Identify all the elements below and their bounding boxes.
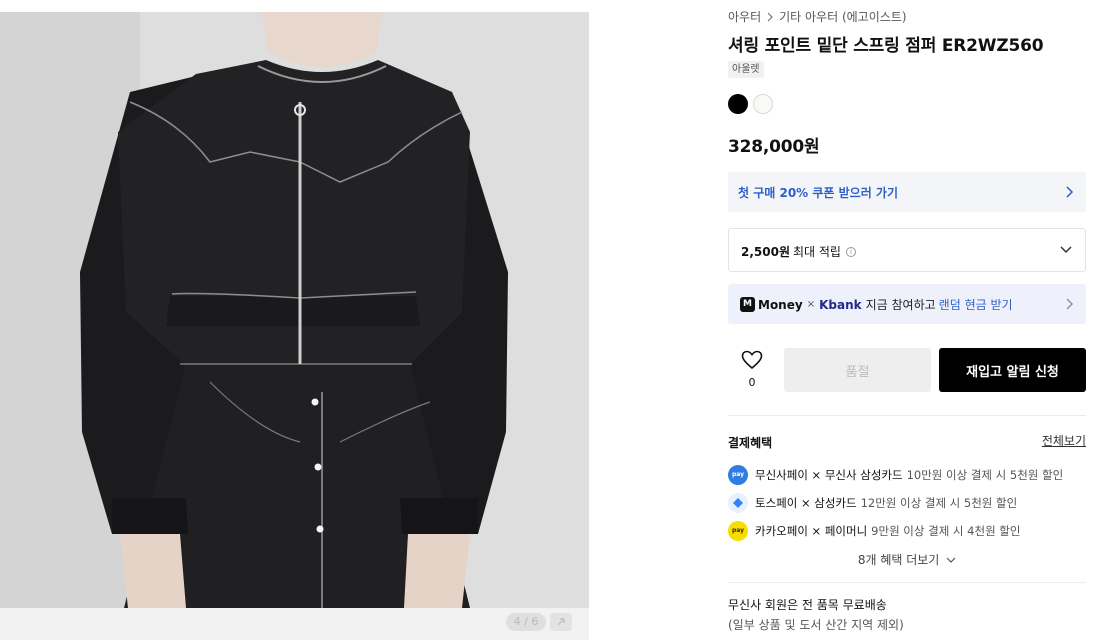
shipping-info: 무신사 회원은 전 품목 무료배송	[728, 598, 887, 612]
breadcrumb: 아우터 기타 아우터 (에고이스트)	[728, 8, 907, 25]
benefit-desc: 12만원 이상 결제 시 5천원 할인	[860, 496, 1018, 510]
product-photo	[0, 12, 589, 608]
money-highlight: 랜덤 현금 받기	[938, 298, 1013, 312]
more-benefits-button[interactable]: 8개 혜택 더보기	[728, 551, 1086, 568]
payment-benefits-list: pay 무신사페이 × 무신사 삼성카드 10만원 이상 결제 시 5천원 할인…	[728, 461, 1086, 545]
kakao-pay-icon: pay	[728, 521, 748, 541]
chevron-down-icon	[946, 557, 956, 563]
view-all-link[interactable]: 전체보기	[1042, 432, 1086, 449]
payment-benefits-header: 결제혜택 전체보기	[728, 432, 1086, 451]
more-benefits-label: 8개 혜택 더보기	[857, 553, 940, 567]
benefit-item: pay 무신사페이 × 무신사 삼성카드 10만원 이상 결제 시 5천원 할인	[728, 461, 1086, 489]
money-kbank-banner[interactable]: M Money × Kbank 지금 참여하고 랜덤 현금 받기	[728, 284, 1086, 324]
product-price: 328,000원	[728, 137, 820, 157]
chevron-right-icon	[767, 12, 773, 21]
chevron-down-icon	[1060, 246, 1072, 254]
sold-out-button: 품절	[784, 348, 931, 392]
points-dropdown[interactable]: 2,500원 최대 적립 i	[728, 228, 1086, 272]
color-swatches	[728, 94, 773, 114]
benefit-desc: 10만원 이상 결제 시 5천원 할인	[906, 468, 1064, 482]
divider	[728, 582, 1086, 583]
like-count: 0	[748, 376, 756, 389]
gallery-footer	[0, 608, 589, 640]
benefit-item: 토스페이 × 삼성카드 12만원 이상 결제 시 5천원 할인	[728, 489, 1086, 517]
product-gallery[interactable]	[0, 12, 589, 640]
benefit-item: pay 카카오페이 × 페이머니 9만원 이상 결제 시 4천원 할인	[728, 517, 1086, 545]
kbank-logo: Kbank	[819, 297, 862, 312]
points-label: 최대 적립	[793, 245, 841, 259]
shipping-exception: (일부 상품 및 도서 산간 지역 제외)	[728, 618, 904, 632]
musinsa-pay-icon: pay	[728, 465, 748, 485]
points-text: 2,500원 최대 적립 i	[741, 243, 856, 260]
benefit-name: 무신사페이 × 무신사 삼성카드	[755, 468, 903, 482]
money-banner-content: M Money × Kbank 지금 참여하고 랜덤 현금 받기	[740, 296, 1013, 313]
breadcrumb-category[interactable]: 아우터	[728, 8, 761, 25]
musinsa-money-logo: M	[740, 297, 755, 312]
color-swatch-ivory[interactable]	[753, 94, 773, 114]
divider	[728, 415, 1086, 416]
benefit-desc: 9만원 이상 결제 시 4천원 할인	[871, 524, 1021, 538]
money-brand: Money	[758, 297, 803, 312]
like-button[interactable]: 0	[740, 350, 764, 389]
heart-icon	[741, 350, 763, 370]
chevron-right-icon	[1066, 186, 1074, 198]
outlet-tag: 아울렛	[728, 61, 764, 78]
product-title: 셔링 포인트 밑단 스프링 점퍼 ER2WZ560	[728, 36, 1044, 56]
restock-alert-button[interactable]: 재입고 알림 신청	[939, 348, 1086, 392]
expand-image-button[interactable]	[550, 613, 572, 631]
info-icon[interactable]: i	[845, 246, 856, 257]
breadcrumb-subcategory[interactable]: 기타 아우터 (에고이스트)	[779, 8, 906, 25]
money-description: 지금 참여하고	[865, 298, 936, 312]
times-symbol: ×	[806, 299, 816, 310]
benefit-name: 카카오페이 × 페이머니	[755, 524, 868, 538]
image-counter: 4 / 6	[506, 613, 546, 631]
coupon-banner[interactable]: 첫 구매 20% 쿠폰 받으러 가기	[728, 172, 1086, 212]
toss-pay-icon	[728, 493, 748, 513]
color-swatch-black[interactable]	[728, 94, 748, 114]
benefit-name: 토스페이 × 삼성카드	[755, 496, 857, 510]
chevron-right-icon	[1066, 298, 1074, 310]
coupon-text: 첫 구매 20% 쿠폰 받으러 가기	[738, 186, 899, 200]
payment-benefits-title: 결제혜택	[728, 436, 773, 450]
expand-icon	[557, 618, 565, 626]
points-amount: 2,500원	[741, 245, 790, 259]
